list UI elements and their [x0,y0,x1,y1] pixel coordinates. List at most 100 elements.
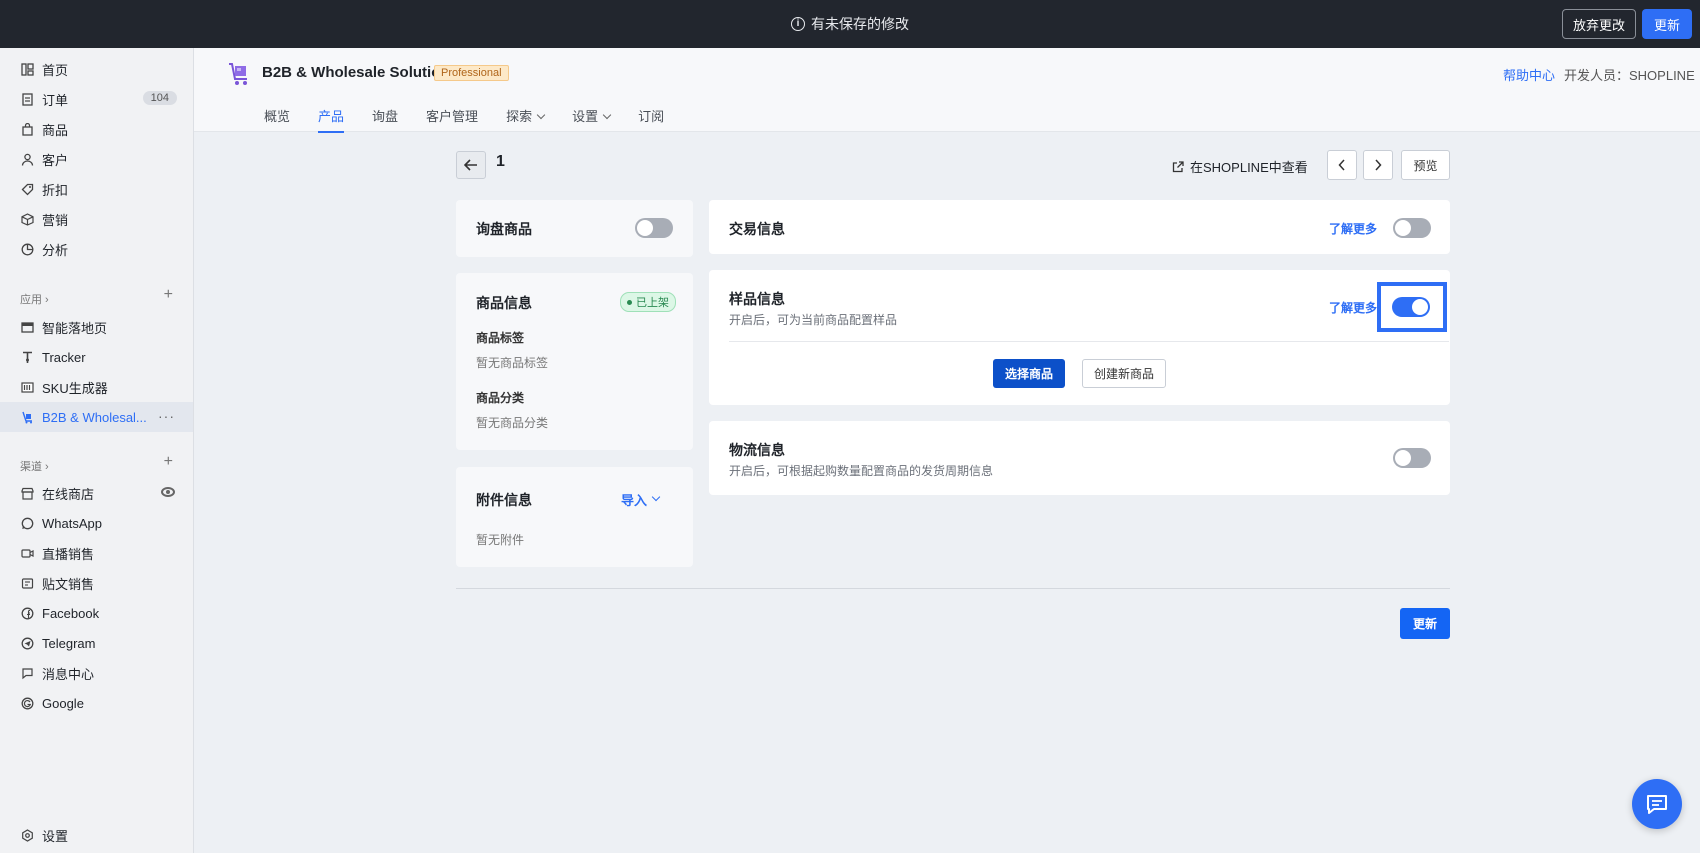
back-button[interactable] [456,151,486,179]
sidebar-item-home[interactable]: 首页 [0,54,193,84]
discard-changes-button[interactable]: 放弃更改 [1562,9,1636,39]
sample-info-learn-more-link[interactable]: 了解更多 [1329,299,1377,316]
sidebar-item-post-sales[interactable]: 贴文销售 [0,568,193,598]
product-tags-value: 暂无商品标签 [476,356,549,370]
sidebar-item-products[interactable]: 商品 [0,114,193,144]
arrow-left-icon [464,159,477,171]
chevron-right-icon [1375,159,1382,171]
sidebar: 首页 订单 104 商品 客户 折扣 营销 分析 应用 › + 智能落地页 Tr… [0,48,194,853]
inquiry-product-toggle[interactable] [635,218,673,238]
channels-section-label[interactable]: 渠道 › [20,458,49,474]
message-icon [20,666,34,680]
sidebar-item-customers[interactable]: 客户 [0,144,193,174]
page-title: 1 [496,153,505,170]
sidebar-item-facebook[interactable]: Facebook [0,598,193,628]
sidebar-item-marketing[interactable]: 营销 [0,204,193,234]
sidebar-item-online-store[interactable]: 在线商店 [0,478,193,508]
pie-icon [20,242,34,256]
eye-icon[interactable] [161,487,175,497]
more-options-icon[interactable]: ··· [158,408,175,424]
tab-subscription[interactable]: 订阅 [638,106,664,133]
attachment-card: 附件信息 暂无附件 [456,467,693,567]
order-count-badge: 104 [142,91,177,105]
facebook-icon [20,606,34,620]
next-product-button[interactable] [1363,150,1393,180]
product-category-value: 暂无商品分类 [476,416,549,430]
sidebar-item-b2b-wholesale[interactable]: B2B & Wholesal... ··· [0,402,193,432]
sample-info-card: 样品信息 开启后，可为当前商品配置样品 了解更多 [709,270,1450,405]
sidebar-item-label: B2B & Wholesal... [42,409,147,425]
trade-info-learn-more-link[interactable]: 了解更多 [1329,220,1377,237]
update-top-button[interactable]: 更新 [1642,9,1692,39]
sidebar-item-label: 贴文销售 [42,576,95,592]
status-badge: 已上架 [620,292,676,312]
sidebar-item-label: SKU生成器 [42,380,108,396]
sidebar-item-label: 在线商店 [42,486,95,502]
help-center-link[interactable]: 帮助中心 [1503,65,1555,84]
post-icon [20,576,34,590]
sidebar-item-label: 商品 [42,122,69,138]
preview-button[interactable]: 预览 [1401,150,1450,180]
sidebar-item-label: 分析 [42,242,69,258]
trade-info-toggle[interactable] [1393,218,1431,238]
sidebar-item-landing-page[interactable]: 智能落地页 [0,312,193,342]
chevron-down-icon [536,110,546,120]
previous-product-button[interactable] [1327,150,1357,180]
tab-customer-management[interactable]: 客户管理 [426,106,478,133]
add-app-icon[interactable]: + [164,286,173,304]
store-icon [20,486,34,500]
sample-divider [729,341,1449,342]
chevron-left-icon [1338,159,1345,171]
sample-info-subtitle: 开启后，可为当前商品配置样品 [729,313,898,327]
apps-section-label[interactable]: 应用 › [20,291,49,307]
sidebar-item-label: 折扣 [42,182,69,198]
create-new-product-button[interactable]: 创建新商品 [1082,359,1166,388]
tab-explore[interactable]: 探索 [506,106,546,133]
sidebar-item-orders[interactable]: 订单 104 [0,84,193,114]
sidebar-item-live-sales[interactable]: 直播销售 [0,538,193,568]
inquiry-product-title: 询盘商品 [476,221,532,237]
attachment-empty-text: 暂无附件 [476,533,525,547]
trade-info-title: 交易信息 [729,221,785,237]
sidebar-item-label: 客户 [42,152,69,168]
sample-info-toggle[interactable] [1392,297,1430,317]
sidebar-item-telegram[interactable]: Telegram [0,628,193,658]
sidebar-item-label: 智能落地页 [42,320,108,336]
import-dropdown[interactable]: 导入 [621,490,661,509]
sidebar-item-message-center[interactable]: 消息中心 [0,658,193,688]
sidebar-item-label: 首页 [42,62,69,78]
inquiry-product-card: 询盘商品 [456,200,693,257]
dashboard-icon [20,62,34,76]
sidebar-item-label: WhatsApp [42,515,102,531]
chat-support-button[interactable] [1632,779,1682,829]
tracker-icon [20,350,34,364]
sidebar-item-label: Google [42,695,84,711]
update-button[interactable]: 更新 [1400,608,1450,639]
sidebar-item-discounts[interactable]: 折扣 [0,174,193,204]
add-channel-icon[interactable]: + [164,453,173,471]
bag-icon [20,122,34,136]
sidebar-item-settings[interactable]: 设置 [0,820,193,850]
tab-products[interactable]: 产品 [318,106,345,133]
logistics-info-toggle[interactable] [1393,448,1431,468]
logistics-info-title: 物流信息 [729,442,785,458]
sidebar-item-analytics[interactable]: 分析 [0,234,193,264]
product-category-label: 商品分类 [476,391,525,405]
live-icon [20,546,34,560]
page-divider [456,588,1450,589]
view-in-shopline-link[interactable]: 在SHOPLINE中查看 [1172,157,1308,176]
tag-icon [20,182,34,196]
logistics-info-subtitle: 开启后，可根据起购数量配置商品的发货周期信息 [729,464,994,478]
tab-inquiries[interactable]: 询盘 [372,106,398,133]
google-icon [20,696,34,710]
import-label: 导入 [621,493,648,508]
select-product-button[interactable]: 选择商品 [993,359,1065,388]
tab-settings[interactable]: 设置 [572,106,612,133]
sidebar-item-whatsapp[interactable]: WhatsApp [0,508,193,538]
sidebar-item-google[interactable]: Google [0,688,193,718]
sidebar-item-tracker[interactable]: Tracker [0,342,193,372]
tab-overview[interactable]: 概览 [264,106,290,133]
sidebar-item-sku-generator[interactable]: SKU生成器 [0,372,193,402]
logistics-info-card: 物流信息 开启后，可根据起购数量配置商品的发货周期信息 [709,421,1450,495]
info-icon: i [791,17,805,31]
